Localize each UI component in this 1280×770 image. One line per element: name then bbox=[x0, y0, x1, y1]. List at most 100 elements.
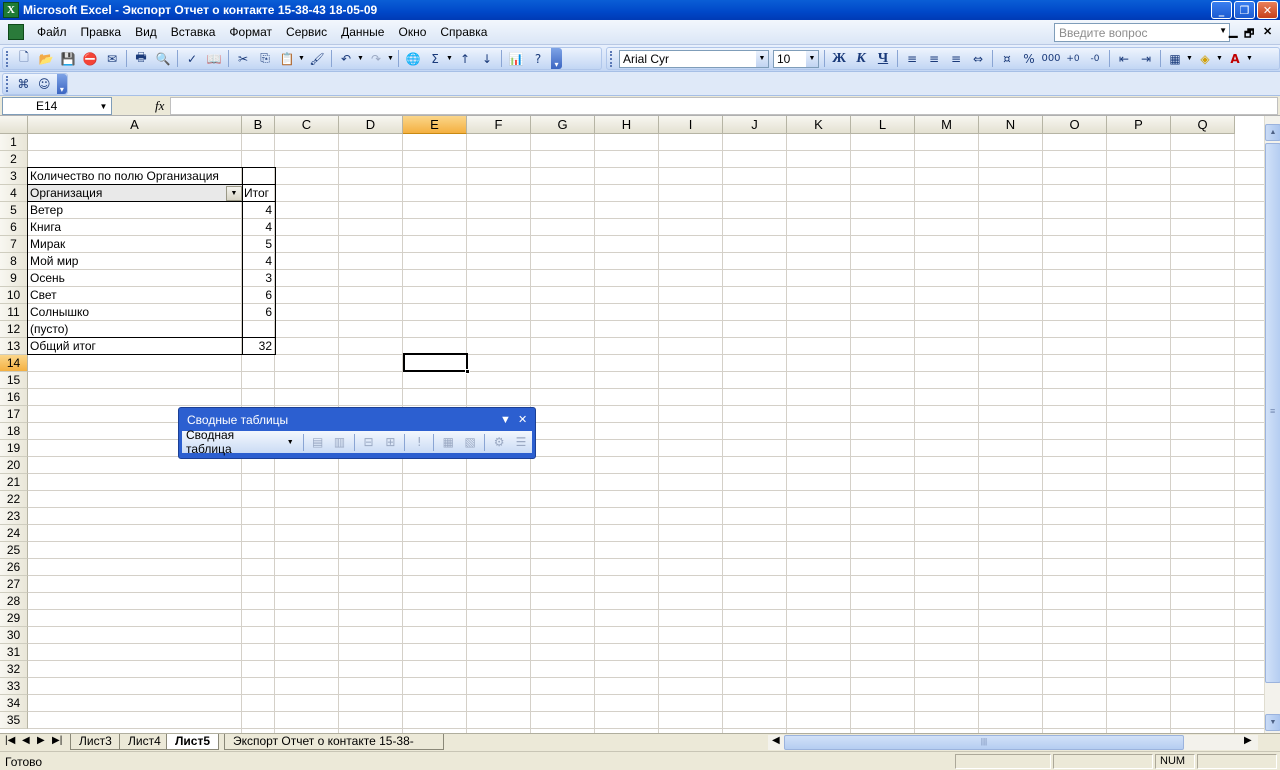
row-header-8[interactable]: 8 bbox=[0, 253, 28, 270]
menu-file[interactable]: Файл bbox=[30, 21, 74, 43]
toolbar-options-icon[interactable]: ▾ bbox=[56, 74, 68, 94]
align-center-icon[interactable]: ≡ bbox=[924, 49, 944, 69]
chevron-down-icon[interactable]: ▼ bbox=[298, 55, 306, 62]
percent-button[interactable]: % bbox=[1019, 49, 1039, 69]
sheet-tab-list4[interactable]: Лист4 bbox=[119, 734, 170, 750]
decrease-decimal-icon[interactable]: -0 bbox=[1085, 49, 1105, 69]
prev-sheet-icon[interactable]: ◀ bbox=[22, 735, 30, 746]
toolbar-grip[interactable] bbox=[6, 50, 10, 67]
row-header-27[interactable]: 27 bbox=[0, 576, 28, 593]
fill-color-icon[interactable]: ◈ bbox=[1195, 49, 1215, 69]
column-header-n[interactable]: N bbox=[979, 116, 1043, 134]
paste-icon[interactable]: 📋 bbox=[277, 49, 297, 69]
save-icon[interactable]: 💾 bbox=[58, 49, 78, 69]
row-header-17[interactable]: 17 bbox=[0, 406, 28, 423]
row-header-23[interactable]: 23 bbox=[0, 508, 28, 525]
align-left-icon[interactable]: ≡ bbox=[902, 49, 922, 69]
column-header-m[interactable]: M bbox=[915, 116, 979, 134]
autosum-icon[interactable]: Σ bbox=[425, 49, 445, 69]
row-header-20[interactable]: 20 bbox=[0, 457, 28, 474]
help-icon[interactable]: ? bbox=[528, 49, 548, 69]
row-header-9[interactable]: 9 bbox=[0, 270, 28, 287]
row-header-34[interactable]: 34 bbox=[0, 695, 28, 712]
row-header-6[interactable]: 6 bbox=[0, 219, 28, 236]
sheet-tab-export[interactable]: Экспорт Отчет о контакте 15-38- bbox=[224, 734, 444, 750]
research-icon[interactable]: 📖 bbox=[204, 49, 224, 69]
email-icon[interactable]: ✉ bbox=[102, 49, 122, 69]
column-header-e[interactable]: E bbox=[403, 116, 467, 134]
chevron-down-icon[interactable]: ▼ bbox=[806, 50, 818, 67]
sheet-tab-list5[interactable]: Лист5 bbox=[166, 734, 220, 750]
close-button[interactable]: ✕ bbox=[1257, 1, 1278, 19]
formula-input[interactable] bbox=[170, 97, 1278, 115]
chevron-down-icon[interactable]: ▼ bbox=[446, 55, 454, 62]
row-header-2[interactable]: 2 bbox=[0, 151, 28, 168]
font-size-select[interactable]: 10 ▼ bbox=[773, 49, 819, 68]
horizontal-scrollbar[interactable]: ◀ ||| ▶ bbox=[768, 735, 1258, 750]
vertical-scroll-thumb[interactable] bbox=[1265, 143, 1280, 683]
merge-center-icon[interactable]: ⇔ bbox=[968, 49, 988, 69]
minimize-button[interactable]: _ bbox=[1211, 1, 1232, 19]
row-header-31[interactable]: 31 bbox=[0, 644, 28, 661]
select-all-corner[interactable] bbox=[0, 116, 28, 134]
close-icon[interactable]: ✕ bbox=[518, 411, 527, 429]
row-header-25[interactable]: 25 bbox=[0, 542, 28, 559]
hide-detail-icon[interactable]: ⊟ bbox=[359, 432, 379, 452]
sort-ascending-icon[interactable]: ↑ bbox=[455, 49, 475, 69]
row-header-4[interactable]: 4 bbox=[0, 185, 28, 202]
column-header-o[interactable]: O bbox=[1043, 116, 1107, 134]
column-header-j[interactable]: J bbox=[723, 116, 787, 134]
refresh-data-icon[interactable]: ! bbox=[409, 432, 429, 452]
show-detail-icon[interactable]: ⊞ bbox=[380, 432, 400, 452]
undo-icon[interactable]: ↶ bbox=[336, 49, 356, 69]
menu-insert[interactable]: Вставка bbox=[164, 21, 223, 43]
currency-icon[interactable]: ¤ bbox=[997, 49, 1017, 69]
vertical-scrollbar[interactable]: ▲ ▼ bbox=[1264, 116, 1280, 733]
column-header-h[interactable]: H bbox=[595, 116, 659, 134]
decrease-indent-icon[interactable]: ⇤ bbox=[1114, 49, 1134, 69]
format-painter-icon[interactable]: 🖌 bbox=[307, 49, 327, 69]
column-header-c[interactable]: C bbox=[275, 116, 339, 134]
scroll-left-icon[interactable]: ◀ bbox=[772, 735, 780, 746]
menu-help[interactable]: Справка bbox=[433, 21, 494, 43]
row-header-12[interactable]: 12 bbox=[0, 321, 28, 338]
row-header-26[interactable]: 26 bbox=[0, 559, 28, 576]
row-header-1[interactable]: 1 bbox=[0, 134, 28, 151]
row-header-24[interactable]: 24 bbox=[0, 525, 28, 542]
insert-function-icon[interactable]: fx bbox=[155, 98, 164, 114]
active-cell[interactable] bbox=[403, 353, 468, 372]
print-icon[interactable]: 🖶 bbox=[131, 49, 151, 69]
field-settings-icon[interactable]: ⚙ bbox=[489, 432, 509, 452]
first-sheet-icon[interactable]: |◀ bbox=[5, 735, 15, 746]
spelling-icon[interactable]: ✓ bbox=[182, 49, 202, 69]
column-header-i[interactable]: I bbox=[659, 116, 723, 134]
copy-icon[interactable]: ⎘ bbox=[255, 49, 275, 69]
chevron-down-icon[interactable]: ▼ bbox=[1246, 55, 1254, 62]
row-header-32[interactable]: 32 bbox=[0, 661, 28, 678]
row-header-11[interactable]: 11 bbox=[0, 304, 28, 321]
row-header-16[interactable]: 16 bbox=[0, 389, 28, 406]
toolbar-grip[interactable] bbox=[6, 76, 10, 92]
hyperlink-icon[interactable]: 🌐 bbox=[403, 49, 423, 69]
row-header-15[interactable]: 15 bbox=[0, 372, 28, 389]
row-header-35[interactable]: 35 bbox=[0, 712, 28, 729]
last-sheet-icon[interactable]: ▶| bbox=[52, 735, 62, 746]
thousands-button[interactable]: 000 bbox=[1041, 49, 1061, 69]
row-header-21[interactable]: 21 bbox=[0, 474, 28, 491]
sort-descending-icon[interactable]: ↓ bbox=[477, 49, 497, 69]
fill-handle[interactable] bbox=[465, 369, 470, 374]
menu-view[interactable]: Вид bbox=[128, 21, 164, 43]
bold-button[interactable]: Ж bbox=[829, 49, 849, 69]
smiley-icon[interactable]: ☺ bbox=[35, 74, 54, 94]
column-header-g[interactable]: G bbox=[531, 116, 595, 134]
macro-icon[interactable]: ⌘ bbox=[14, 74, 33, 94]
menu-tools[interactable]: Сервис bbox=[279, 21, 334, 43]
menu-data[interactable]: Данные bbox=[334, 21, 391, 43]
borders-icon[interactable]: ▦ bbox=[1165, 49, 1185, 69]
always-display-items-icon[interactable]: ▧ bbox=[460, 432, 480, 452]
menu-window[interactable]: Окно bbox=[391, 21, 433, 43]
print-preview-icon[interactable]: 🔍 bbox=[153, 49, 173, 69]
column-header-l[interactable]: L bbox=[851, 116, 915, 134]
menu-format[interactable]: Формат bbox=[222, 21, 279, 43]
underline-button[interactable]: Ч bbox=[873, 49, 893, 69]
